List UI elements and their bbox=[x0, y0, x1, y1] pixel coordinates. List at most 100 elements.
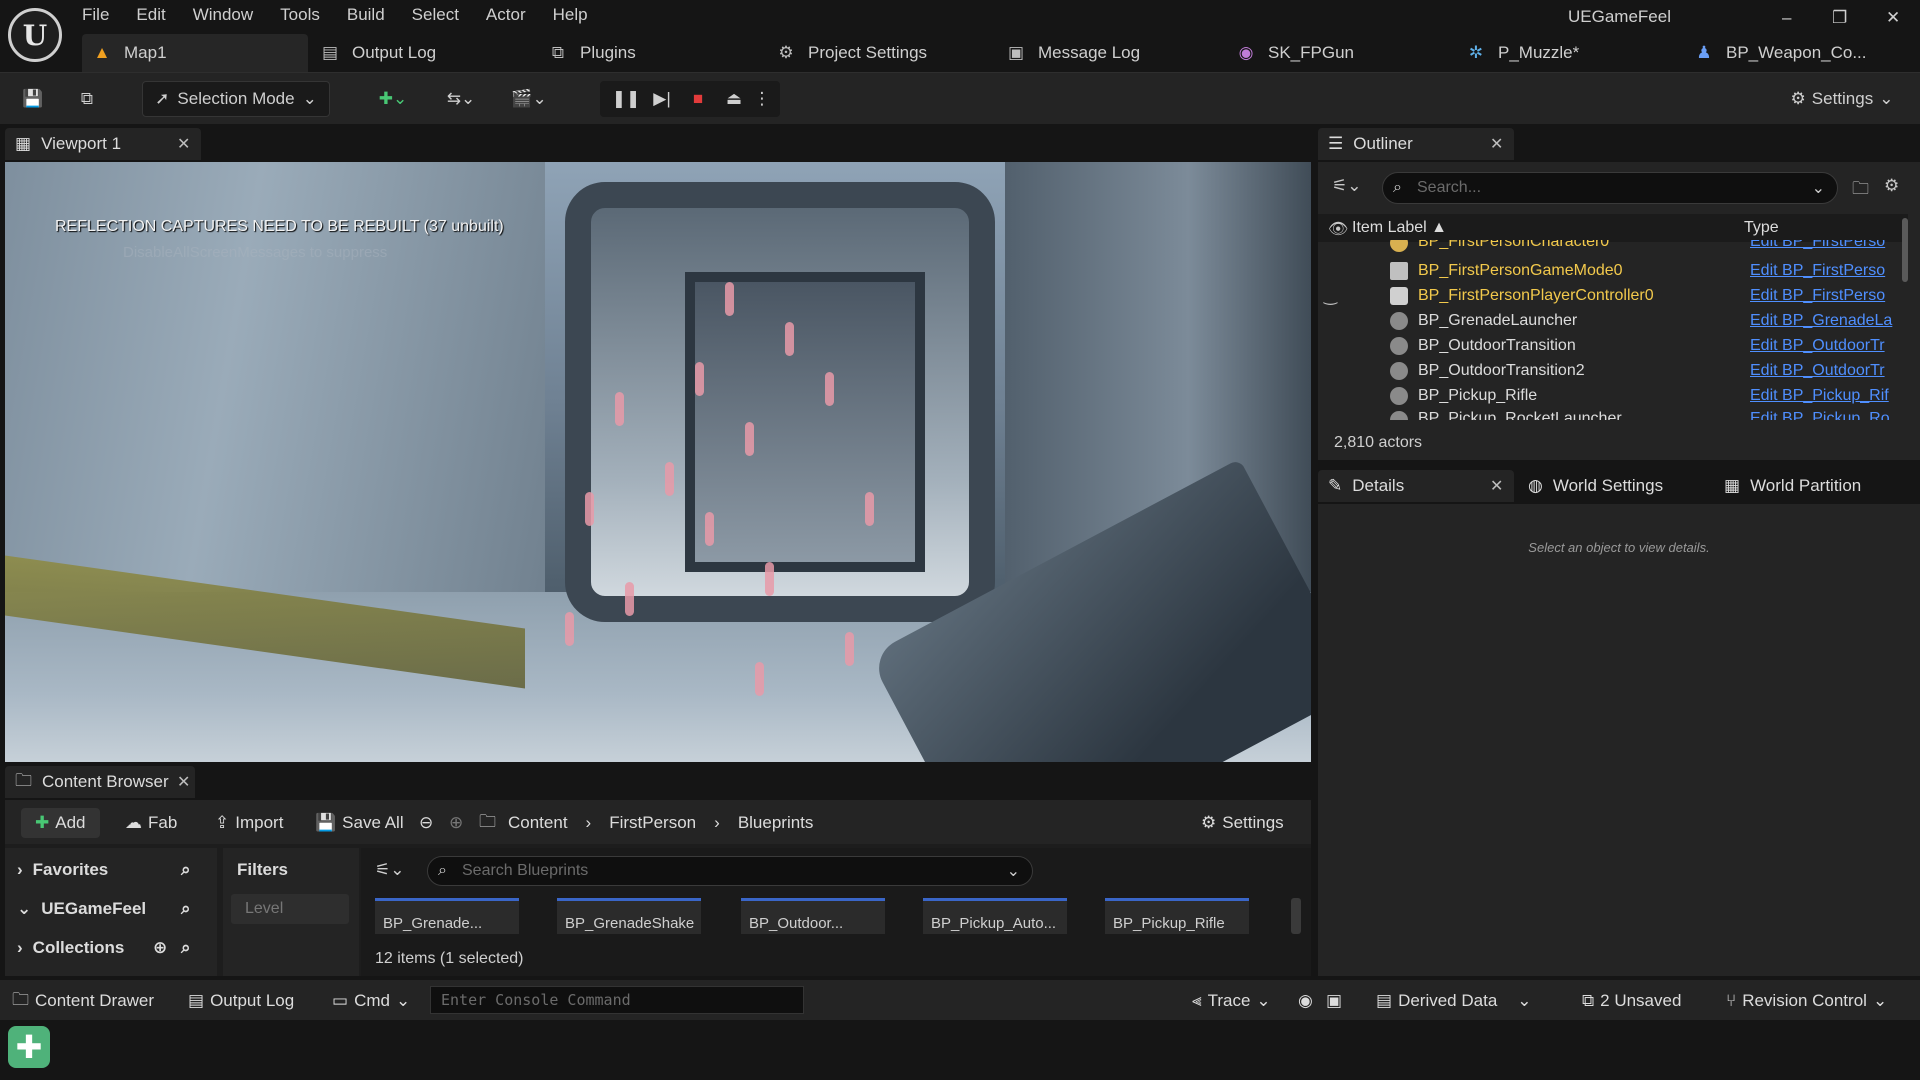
close-icon[interactable]: ✕ bbox=[177, 772, 190, 792]
asset-tile[interactable]: BP_Grenade... bbox=[375, 898, 519, 934]
row-type-link[interactable]: Edit BP_Pickup_Ro bbox=[1750, 410, 1908, 420]
outliner-row[interactable]: BP_OutdoorTransition Edit BP_OutdoorTr bbox=[1318, 333, 1908, 358]
outliner-row[interactable]: ‿ BP_FirstPersonPlayerController0 Edit B… bbox=[1318, 283, 1908, 308]
outliner-row[interactable]: BP_FirstPersonGameMode0 Edit BP_FirstPer… bbox=[1318, 258, 1908, 283]
visibility-icon[interactable]: ‿ bbox=[1324, 286, 1337, 306]
outliner-search-input[interactable]: ⌕ Search... ⌄ bbox=[1382, 172, 1838, 204]
filter-icon[interactable]: ⚟⌄ bbox=[375, 860, 404, 880]
menu-file[interactable]: File bbox=[82, 5, 128, 25]
add-button[interactable]: ✚ Add bbox=[21, 808, 100, 838]
tab-p-muzzle[interactable]: ✲ P_Muzzle* bbox=[1466, 34, 1579, 72]
console-input[interactable]: Enter Console Command bbox=[430, 986, 804, 1014]
trace-dropdown[interactable]: ⫷ Trace ⌄ bbox=[1192, 988, 1271, 1014]
asset-tile[interactable]: BP_Pickup_Auto... bbox=[923, 898, 1067, 934]
unreal-logo-icon[interactable]: U bbox=[8, 8, 62, 62]
derived-data-button[interactable]: ▤ Derived Data ⌄ bbox=[1376, 988, 1532, 1014]
favorites-section[interactable]: › Favorites ⌕ bbox=[5, 856, 217, 884]
row-type-link[interactable]: Edit BP_GrenadeLa bbox=[1750, 312, 1908, 330]
import-button[interactable]: ⇪ Import bbox=[215, 808, 283, 838]
gear-icon[interactable]: ⚙ bbox=[1884, 176, 1899, 196]
menu-build[interactable]: Build bbox=[347, 5, 404, 25]
add-collection-icon[interactable]: ⊕ bbox=[153, 938, 167, 958]
unsaved-button[interactable]: ⧉ 2 Unsaved bbox=[1582, 988, 1681, 1014]
restore-button[interactable]: ❐ bbox=[1832, 8, 1847, 28]
asset-search-input[interactable]: ⌕ Search Blueprints ⌄ bbox=[427, 856, 1033, 886]
outliner-row[interactable]: BP_FirstPersonCharacter0 Edit BP_FirstPe… bbox=[1318, 240, 1908, 254]
search-icon[interactable]: ⌕ bbox=[181, 860, 191, 880]
row-type-link[interactable]: Edit BP_FirstPerso bbox=[1750, 240, 1908, 251]
add-plus-icon[interactable]: ✚ bbox=[8, 1026, 50, 1068]
content-settings-button[interactable]: ⚙ Settings bbox=[1201, 808, 1284, 838]
project-section[interactable]: ⌄ UEGameFeel ⌕ bbox=[5, 895, 217, 923]
outliner-row[interactable]: BP_Pickup_Rifle Edit BP_Pickup_Rif bbox=[1318, 383, 1908, 408]
fab-button[interactable]: ☁ Fab bbox=[125, 808, 177, 838]
cinematics-icon[interactable]: 🎬⌄ bbox=[506, 81, 552, 117]
asset-tile[interactable]: BP_Pickup_Rifle bbox=[1105, 898, 1249, 934]
selection-mode-dropdown[interactable]: ➚ Selection Mode ⌄ bbox=[142, 81, 330, 117]
breadcrumb-firstperson[interactable]: FirstPerson bbox=[609, 813, 696, 833]
toolbar-settings-button[interactable]: ⚙ Settings ⌄ bbox=[1782, 81, 1902, 117]
back-icon[interactable]: ⊖ bbox=[419, 808, 433, 838]
save-icon[interactable]: 💾 bbox=[18, 81, 48, 117]
cmd-dropdown[interactable]: ▭ Cmd ⌄ bbox=[332, 988, 410, 1014]
outliner-row[interactable]: BP_OutdoorTransition2 Edit BP_OutdoorTr bbox=[1318, 358, 1908, 383]
menu-select[interactable]: Select bbox=[412, 5, 478, 25]
menu-help[interactable]: Help bbox=[553, 5, 607, 25]
row-type-link[interactable]: Edit BP_FirstPerso bbox=[1750, 262, 1908, 280]
revision-control-button[interactable]: ⑂ Revision Control ⌄ bbox=[1726, 988, 1887, 1014]
asset-scrollbar[interactable] bbox=[1291, 898, 1301, 934]
eye-icon[interactable]: 👁 bbox=[1328, 219, 1348, 239]
close-window-button[interactable]: ✕ bbox=[1886, 8, 1900, 28]
tab-message-log[interactable]: ▣ Message Log bbox=[1006, 34, 1140, 72]
tab-plugins[interactable]: ⧉ Plugins bbox=[548, 34, 636, 72]
asset-tile[interactable]: BP_GrenadeShake bbox=[557, 898, 701, 934]
menu-tools[interactable]: Tools bbox=[280, 5, 339, 25]
stop-icon[interactable]: ■ bbox=[680, 89, 716, 109]
tab-outliner[interactable]: ☰ Outliner ✕ bbox=[1318, 128, 1514, 160]
row-type-link[interactable]: Edit BP_Pickup_Rif bbox=[1750, 387, 1908, 405]
save-all-button[interactable]: 💾 Save All bbox=[315, 808, 404, 838]
forward-icon[interactable]: ⊕ bbox=[449, 808, 463, 838]
row-type-link[interactable]: Edit BP_OutdoorTr bbox=[1750, 362, 1908, 380]
asset-tile[interactable]: BP_Outdoor... bbox=[741, 898, 885, 934]
search-icon[interactable]: ⌕ bbox=[181, 899, 191, 919]
menu-window[interactable]: Window bbox=[193, 5, 272, 25]
search-icon[interactable]: ⌕ bbox=[181, 938, 191, 958]
tab-content-browser[interactable]: 🗀 Content Browser ✕ bbox=[5, 766, 195, 798]
type-column[interactable]: Type bbox=[1744, 219, 1779, 237]
blueprint-menu-icon[interactable]: ⇆⌄ bbox=[438, 81, 484, 117]
outliner-scrollbar[interactable] bbox=[1902, 218, 1908, 282]
more-options-icon[interactable]: ⋮ bbox=[752, 89, 772, 109]
filter-icon[interactable]: ⚟⌄ bbox=[1332, 176, 1361, 196]
outliner-row[interactable]: BP_Pickup_RocketLauncher Edit BP_Pickup_… bbox=[1318, 408, 1908, 420]
close-icon[interactable]: ✕ bbox=[1490, 134, 1503, 154]
menu-edit[interactable]: Edit bbox=[136, 5, 184, 25]
tab-world-partition[interactable]: ▦ World Partition bbox=[1714, 470, 1914, 502]
step-icon[interactable]: ▶| bbox=[644, 89, 680, 109]
minimize-button[interactable]: – bbox=[1782, 8, 1791, 28]
tab-output-log[interactable]: ▤ Output Log bbox=[320, 34, 436, 72]
breadcrumb-content[interactable]: Content bbox=[508, 813, 568, 833]
close-icon[interactable]: ✕ bbox=[1490, 476, 1503, 496]
level-viewport[interactable]: REFLECTION CAPTURES NEED TO BE REBUILT (… bbox=[5, 162, 1311, 762]
breadcrumb-blueprints[interactable]: Blueprints bbox=[738, 813, 814, 833]
output-log-button[interactable]: ▤ Output Log bbox=[188, 988, 294, 1014]
eject-icon[interactable]: ⏏ bbox=[716, 89, 752, 109]
item-label-column[interactable]: Item Label ▲ bbox=[1352, 219, 1447, 237]
tab-viewport-1[interactable]: ▦ Viewport 1 ✕ bbox=[5, 128, 201, 160]
tab-project-settings[interactable]: ⚙ Project Settings bbox=[776, 34, 927, 72]
browse-icon[interactable]: ⧉ bbox=[72, 81, 102, 117]
row-type-link[interactable]: Edit BP_FirstPerso bbox=[1750, 287, 1908, 305]
add-folder-icon[interactable]: 🗀 bbox=[1852, 176, 1869, 205]
outliner-row[interactable]: BP_GrenadeLauncher Edit BP_GrenadeLa bbox=[1318, 308, 1908, 333]
tab-details[interactable]: ✎ Details ✕ bbox=[1318, 470, 1514, 502]
record-icon[interactable]: ◉ bbox=[1298, 988, 1313, 1014]
tab-world-settings[interactable]: ◍ World Settings bbox=[1518, 470, 1708, 502]
tab-bp-weapon[interactable]: ♟ BP_Weapon_Co... bbox=[1694, 34, 1866, 72]
tab-sk-fpgun[interactable]: ◉ SK_FPGun bbox=[1236, 34, 1354, 72]
content-drawer-button[interactable]: 🗀 Content Drawer bbox=[12, 988, 154, 1014]
row-type-link[interactable]: Edit BP_OutdoorTr bbox=[1750, 337, 1908, 355]
menu-actor[interactable]: Actor bbox=[486, 5, 545, 25]
close-icon[interactable]: ✕ bbox=[177, 134, 190, 154]
add-actor-icon[interactable]: ✚⌄ bbox=[370, 81, 416, 117]
